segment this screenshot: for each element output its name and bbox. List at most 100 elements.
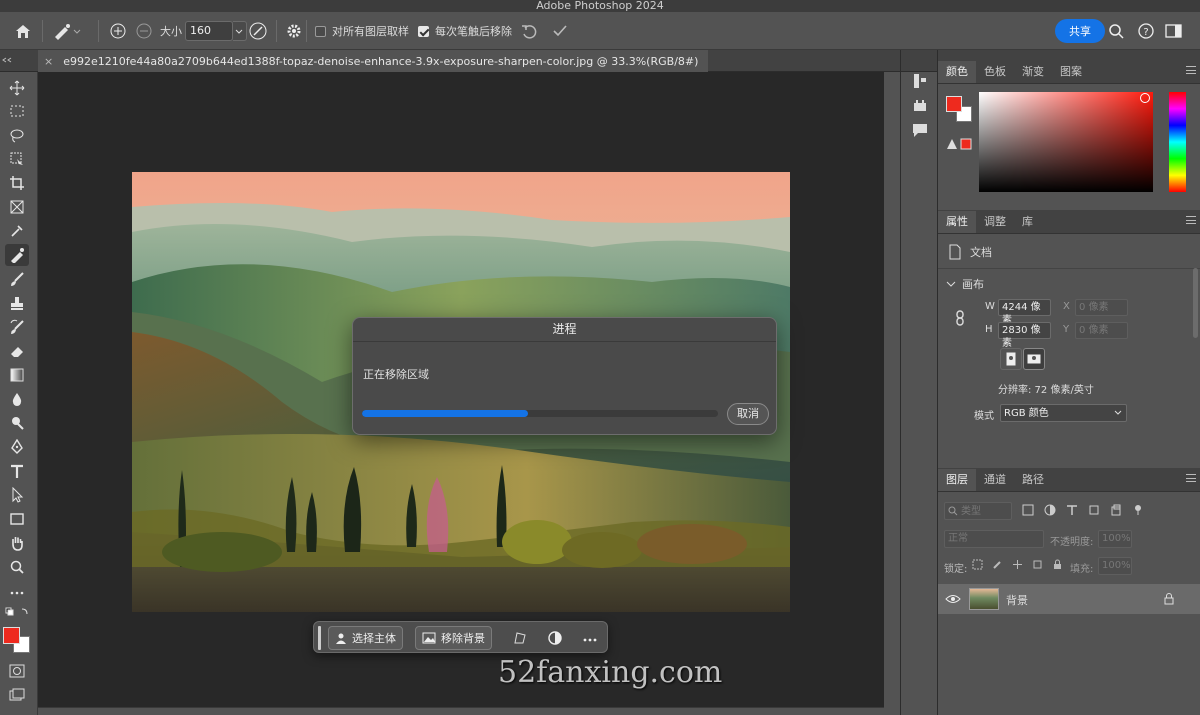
gradient-tool[interactable] (5, 364, 29, 386)
blur-tool[interactable] (5, 388, 29, 410)
move-tool[interactable] (5, 77, 29, 99)
landscape-orientation-button[interactable] (1023, 348, 1045, 370)
settings-button[interactable] (286, 12, 302, 50)
link-dimensions-button[interactable] (953, 310, 967, 329)
panel-menu-icon[interactable] (1186, 66, 1196, 74)
tab-paths[interactable]: 路径 (1014, 469, 1052, 491)
zoom-tool[interactable] (5, 556, 29, 578)
commit-button[interactable] (551, 12, 569, 50)
more-tools-button[interactable] (5, 582, 29, 604)
height-input[interactable]: 2830 像素 (998, 322, 1051, 349)
workspace-button[interactable] (1165, 12, 1183, 50)
lock-artboard-icon[interactable] (1032, 559, 1043, 570)
shape-filter-icon[interactable] (1088, 504, 1100, 516)
eraser-tool[interactable] (5, 340, 29, 362)
drag-handle[interactable] (318, 626, 321, 650)
properties-scrollbar[interactable] (1193, 268, 1198, 338)
eyedropper-tool[interactable] (5, 220, 29, 242)
fill-input[interactable]: 100% (1098, 557, 1132, 575)
brush-tool[interactable] (5, 268, 29, 290)
adjustment-button[interactable] (547, 630, 563, 649)
shape-tool[interactable] (5, 508, 29, 530)
panel-menu-icon[interactable] (1186, 474, 1196, 482)
home-button[interactable] (14, 12, 32, 50)
foreground-color-swatch[interactable] (3, 627, 20, 644)
brush-size-input[interactable]: 160 (185, 21, 233, 41)
canvas-section-header[interactable]: 画布 (946, 276, 984, 292)
tab-adjustments[interactable]: 调整 (976, 211, 1014, 233)
add-mode-button[interactable] (108, 12, 128, 50)
brush-size-dropdown[interactable] (233, 21, 247, 41)
collapse-icon[interactable] (0, 50, 38, 70)
y-input[interactable]: 0 像素 (1075, 322, 1128, 339)
actions-panel-button[interactable] (911, 98, 929, 115)
path-selection-tool[interactable] (5, 484, 29, 506)
tab-layers[interactable]: 图层 (938, 469, 976, 491)
crop-tool[interactable] (5, 172, 29, 194)
image-filter-icon[interactable] (1022, 504, 1034, 516)
x-input[interactable]: 0 像素 (1075, 299, 1128, 316)
stamp-tool[interactable] (5, 292, 29, 314)
blend-mode-select[interactable]: 正常 (944, 530, 1044, 548)
dodge-tool[interactable] (5, 412, 29, 434)
panel-menu-icon[interactable] (1186, 216, 1196, 224)
quick-mask-button[interactable] (5, 660, 29, 682)
pressure-button[interactable] (248, 12, 268, 50)
portrait-orientation-button[interactable] (1000, 348, 1022, 370)
tab-channels[interactable]: 通道 (976, 469, 1014, 491)
tab-libraries[interactable]: 库 (1014, 211, 1041, 233)
lock-all-icon[interactable] (1052, 559, 1063, 570)
history-brush-tool[interactable] (5, 316, 29, 338)
gamut-warning-icon[interactable] (946, 138, 974, 153)
tool-preset-picker[interactable] (52, 12, 82, 50)
color-field[interactable] (979, 92, 1153, 192)
document-tab[interactable]: × e992e1210fe44a80a2709b644ed1388f-topaz… (38, 50, 708, 72)
hand-tool[interactable] (5, 532, 29, 554)
close-icon[interactable]: × (44, 55, 53, 68)
remove-background-button[interactable]: 移除背景 (415, 626, 492, 650)
transform-button[interactable] (512, 630, 528, 649)
adjustment-filter-icon[interactable] (1044, 504, 1056, 516)
object-selection-tool[interactable] (5, 148, 29, 170)
lasso-tool[interactable] (5, 124, 29, 146)
hue-slider[interactable] (1169, 92, 1186, 192)
select-subject-button[interactable]: 选择主体 (328, 626, 403, 650)
remove-tool[interactable] (5, 244, 29, 266)
foreground-color-swatch[interactable] (946, 96, 962, 112)
remove-after-stroke-checkbox[interactable] (418, 25, 429, 37)
lock-position-icon[interactable] (1012, 559, 1023, 570)
pen-tool[interactable] (5, 436, 29, 458)
sample-all-layers-checkbox[interactable] (315, 25, 326, 37)
text-filter-icon[interactable] (1066, 504, 1078, 516)
subtract-mode-button[interactable] (134, 12, 154, 50)
share-button[interactable]: 共享 (1055, 19, 1105, 43)
color-picker-handle[interactable] (1140, 93, 1150, 103)
eye-icon[interactable] (945, 593, 961, 605)
layer-row[interactable]: 背景 (938, 584, 1200, 614)
more-options-button[interactable] (582, 634, 598, 647)
opacity-input[interactable]: 100% (1098, 530, 1132, 548)
reset-button[interactable] (520, 12, 538, 50)
comments-panel-button[interactable] (911, 122, 929, 141)
filter-toggle-icon[interactable] (1132, 504, 1144, 516)
search-button[interactable] (1108, 12, 1124, 50)
cancel-button[interactable]: 取消 (727, 403, 769, 425)
lock-transparent-icon[interactable] (972, 559, 983, 570)
help-button[interactable]: ? (1137, 12, 1155, 50)
lock-pixels-icon[interactable] (992, 559, 1003, 570)
tab-patterns[interactable]: 图案 (1052, 61, 1090, 83)
history-panel-button[interactable] (911, 72, 929, 93)
tab-gradients[interactable]: 渐变 (1014, 61, 1052, 83)
type-tool[interactable] (5, 460, 29, 482)
frame-tool[interactable] (5, 196, 29, 218)
tab-properties[interactable]: 属性 (938, 211, 976, 233)
layer-filter-select[interactable]: 类型 (944, 502, 1012, 520)
mode-select[interactable]: RGB 颜色 (1000, 404, 1127, 422)
swap-colors-button[interactable] (5, 607, 29, 621)
tab-color[interactable]: 颜色 (938, 61, 976, 83)
width-input[interactable]: 4244 像素 (998, 299, 1051, 326)
layer-name[interactable]: 背景 (1006, 592, 1028, 608)
tab-swatches[interactable]: 色板 (976, 61, 1014, 83)
marquee-tool[interactable] (5, 100, 29, 122)
screen-mode-button[interactable] (5, 684, 29, 706)
